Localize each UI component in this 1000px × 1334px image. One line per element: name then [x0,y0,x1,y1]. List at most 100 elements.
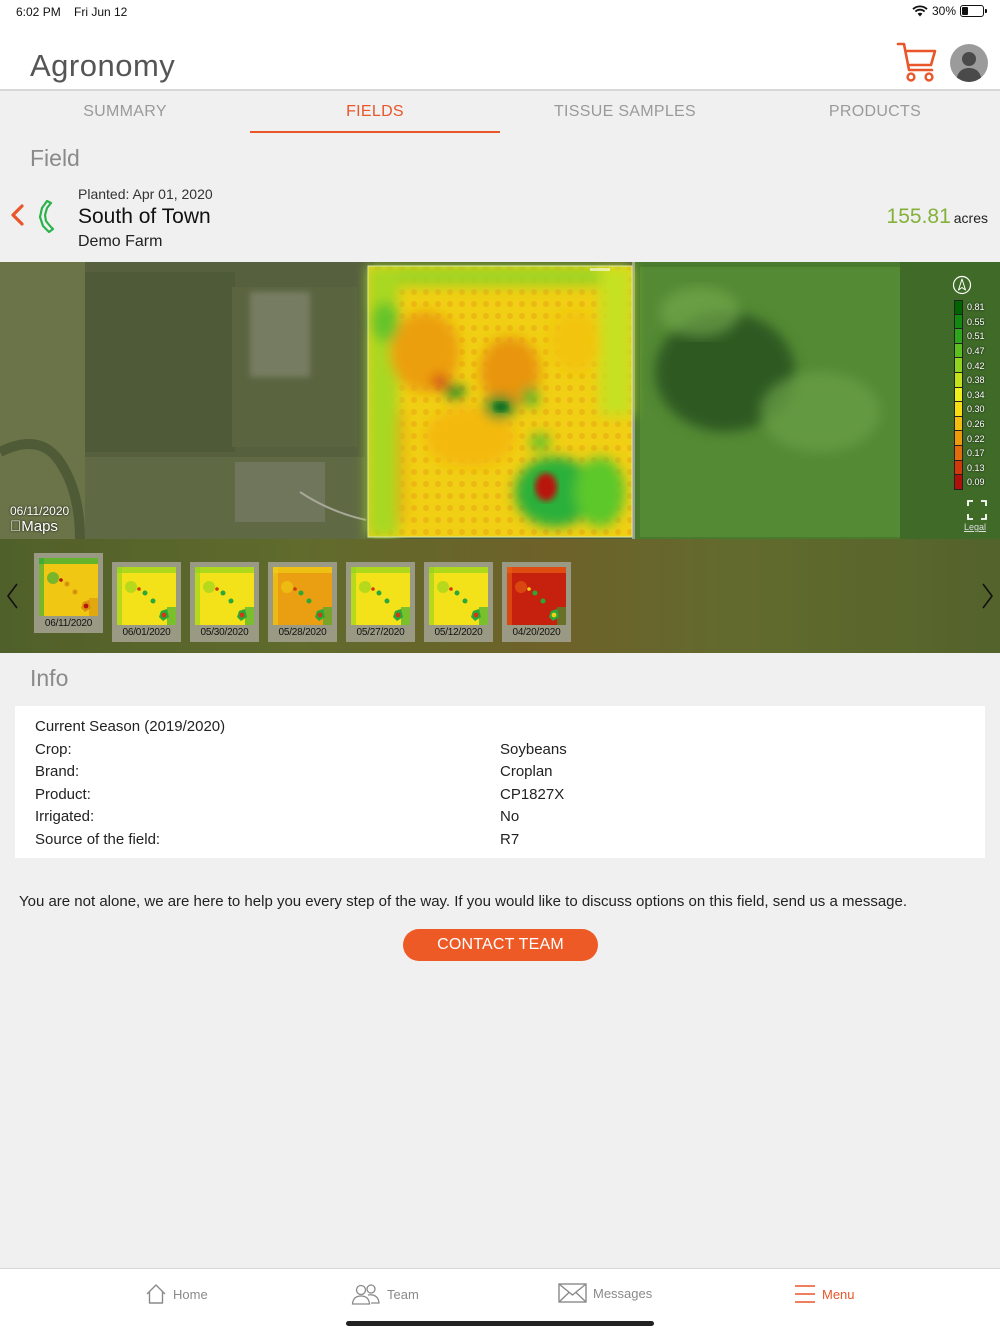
legend-entry: 0.34 [954,387,994,403]
legend-value: 0.17 [967,448,985,459]
legend-entry: 0.17 [954,445,994,461]
imagery-thumbnail[interactable]: 06/11/2020 [34,553,103,633]
legend-swatch [954,460,963,476]
imagery-thumbnail[interactable]: 05/12/2020 [424,562,493,642]
maps-provider-label: Maps [10,518,58,535]
satellite-imagery [0,262,1000,539]
legend-entry: 0.09 [954,475,994,490]
crop-label: Crop: [35,741,72,758]
thumbnail-list: 06/11/2020 06/01/2020 05/30/2020 05/28/2020… [34,553,580,642]
legend-entry: 0.81 [954,300,994,315]
legend-value: 0.22 [967,433,985,444]
thumbnail-date: 06/01/2020 [122,627,171,638]
legend-entry: 0.38 [954,372,994,388]
tab-fields[interactable]: FIELDS [250,92,500,134]
farm-name: Demo Farm [78,233,163,250]
thumbnail-map [117,567,176,625]
planted-date: Planted: Apr 01, 2020 [78,186,213,202]
imagery-thumbnail[interactable]: 05/28/2020 [268,562,337,642]
irrigated-value: No [500,808,520,825]
app-header: Agronomy [0,24,1000,91]
menu-icon [795,1285,815,1303]
next-arrow-icon[interactable] [980,581,996,611]
legend-value: 0.38 [967,375,985,386]
thumbnail-date: 05/12/2020 [434,627,483,638]
nav-home-label: Home [173,1286,208,1302]
thumbnail-map [39,558,98,616]
fullscreen-icon[interactable] [966,499,988,521]
product-label: Product: [35,786,91,803]
info-section-title: Info [30,665,69,691]
source-value: R7 [500,831,520,848]
maps-attribution: Maps [10,518,58,535]
ndvi-legend: 0.81 0.55 0.51 0.47 0.42 0.38 0.34 0.30 0.26 0.22… [954,300,994,490]
nav-messages[interactable]: Messages [558,1283,652,1303]
tab-summary[interactable]: SUMMARY [0,92,250,134]
nav-team[interactable]: Team [351,1283,419,1305]
legend-value: 0.30 [967,404,985,415]
field-map[interactable]: 0.81 0.55 0.51 0.47 0.42 0.38 0.34 0.30 0.26 0.22… [0,262,1000,539]
acres-unit: acres [953,210,988,226]
home-icon [146,1284,166,1304]
back-chevron-icon[interactable] [8,202,28,228]
legal-link[interactable]: Legal [964,522,986,532]
thumbnail-map [195,567,254,625]
legend-value: 0.51 [967,331,985,342]
field-acres: 155.81 acres [887,205,988,229]
home-indicator[interactable] [346,1321,654,1326]
app-title: Agronomy [30,48,176,83]
tab-products[interactable]: PRODUCTS [750,92,1000,134]
legend-swatch [954,387,963,403]
previous-arrow-icon[interactable] [4,581,20,611]
imagery-thumbnail[interactable]: 06/01/2020 [112,562,181,642]
imagery-thumbnail[interactable]: 05/30/2020 [190,562,259,642]
cart-icon[interactable] [896,40,938,84]
current-season: Current Season (2019/2020) [35,718,226,735]
irrigated-label: Irrigated: [35,808,95,825]
status-right: 30% [912,4,987,18]
field-section-title: Field [30,145,80,171]
contact-team-button[interactable]: CONTACT TEAM [403,929,598,961]
battery-percent: 30% [931,4,956,18]
legend-value: 0.55 [967,316,985,327]
avatar[interactable] [950,44,988,82]
legend-value: 0.42 [967,360,985,371]
nav-menu[interactable]: Menu [794,1283,855,1305]
status-date: Fri Jun 12 [74,5,128,19]
thumbnail-date: 05/28/2020 [278,627,327,638]
nav-home[interactable]: Home [145,1283,208,1305]
thumbnail-date: 04/20/2020 [512,627,561,638]
team-icon [351,1284,380,1305]
legend-entry: 0.55 [954,314,994,330]
imagery-thumbnail[interactable]: 05/27/2020 [346,562,415,642]
compass-icon[interactable] [952,275,972,295]
thumbnail-date: 06/11/2020 [44,618,93,629]
nav-menu-label: Menu [822,1286,855,1302]
legend-entry: 0.42 [954,358,994,373]
user-icon [956,52,982,82]
legend-swatch [954,300,963,315]
wifi-icon [912,5,928,17]
field-boundary-icon[interactable] [38,199,58,233]
help-message: You are not alone, we are here to help y… [18,893,908,910]
legend-value: 0.81 [967,302,985,313]
thumbnail-map [429,567,488,625]
thumbnail-map [507,567,566,625]
brand-label: Brand: [35,763,80,780]
legend-swatch [954,372,963,388]
crop-value: Soybeans [500,741,567,758]
legend-entry: 0.51 [954,329,994,344]
imagery-thumbnail[interactable]: 04/20/2020 [502,562,571,642]
field-name: South of Town [78,205,211,228]
status-time: 6:02 PM [16,5,61,19]
legend-entry: 0.26 [954,416,994,432]
tab-tissue-samples[interactable]: TISSUE SAMPLES [500,92,750,134]
nav-team-label: Team [387,1286,419,1302]
legend-value: 0.09 [967,477,985,488]
battery-icon [960,5,987,17]
tab-bar: SUMMARY FIELDS TISSUE SAMPLES PRODUCTS [0,92,1000,134]
nav-messages-label: Messages [593,1285,653,1301]
status-bar: 6:02 PM Fri Jun 12 30% [0,0,1000,24]
legend-entry: 0.22 [954,431,994,446]
legend-value: 0.34 [967,389,985,400]
